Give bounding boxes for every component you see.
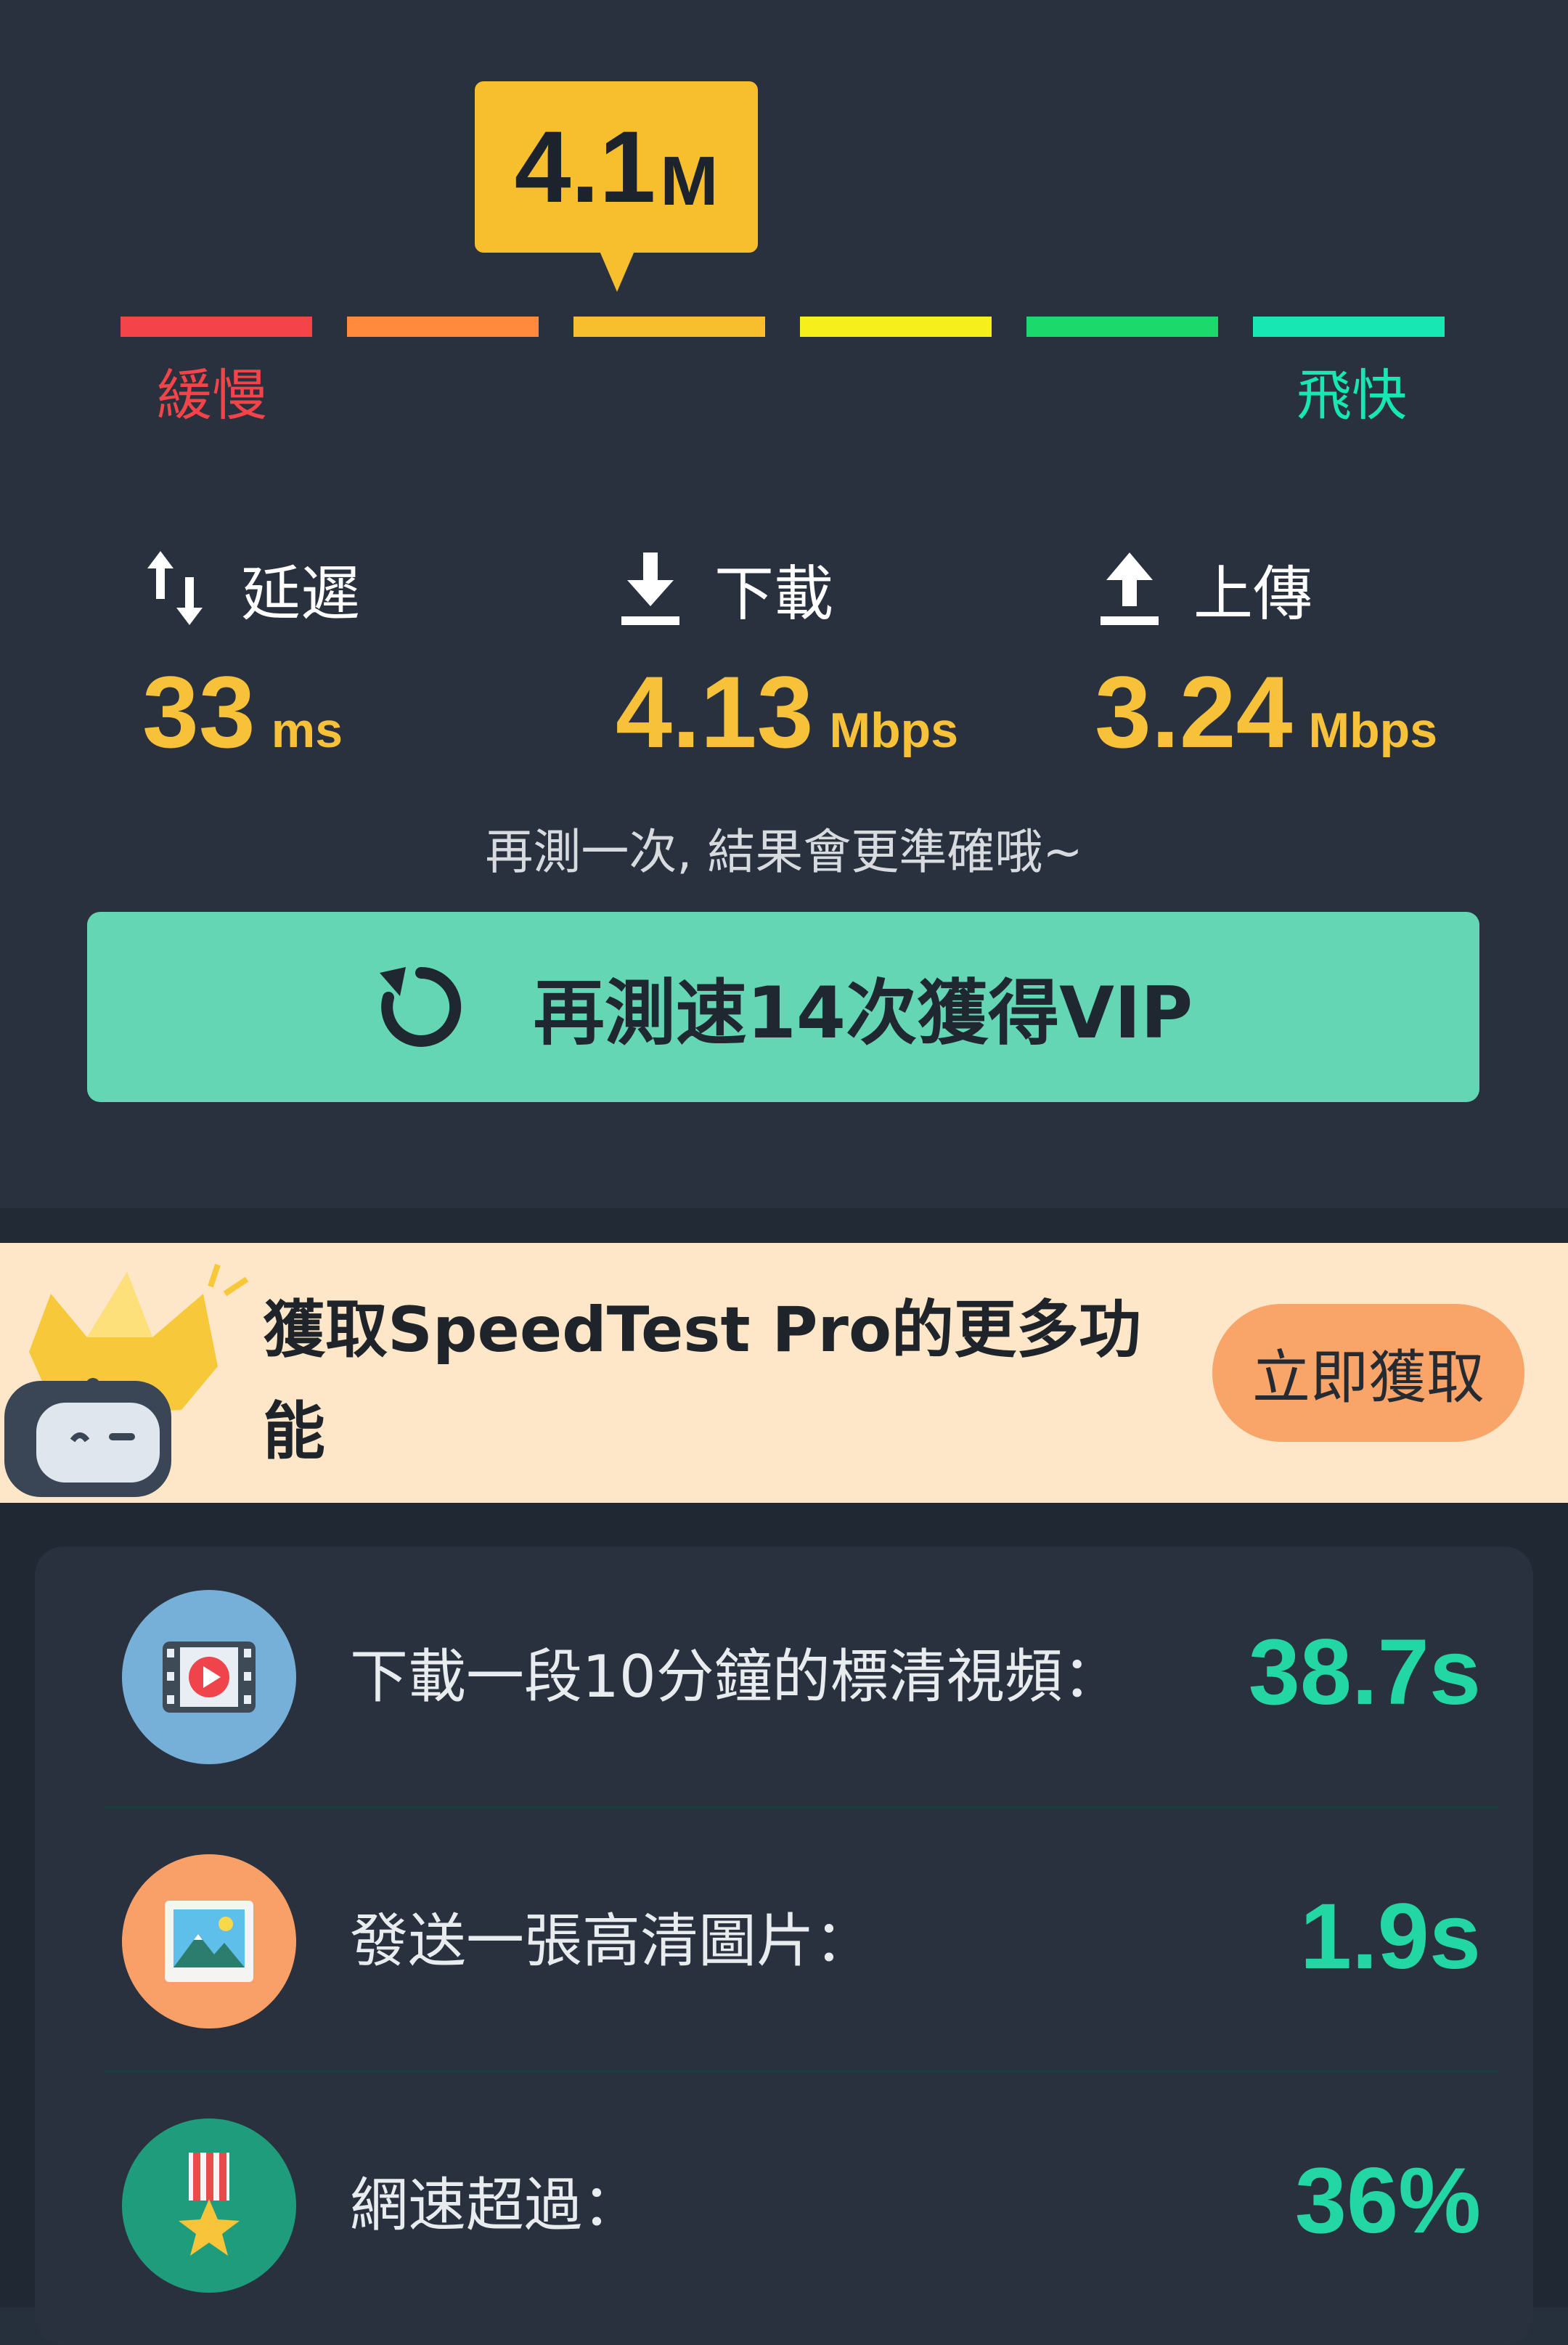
stat-label-rank: 網速超過： [350, 2171, 640, 2239]
medal-icon [122, 2118, 296, 2293]
get-now-button[interactable]: 立即獲取 [1212, 1304, 1524, 1442]
scale-segment-1 [121, 317, 312, 337]
latency-metric: 延遲 33 ms [142, 537, 607, 777]
current-speed-value: 4.1 [514, 110, 656, 224]
retest-hint: 再測一次, 結果會更準確哦~ [485, 824, 1083, 880]
pro-promo-banner[interactable]: 獲取SpeedTest Pro的更多功能 立即獲取 [0, 1243, 1568, 1503]
upload-label: 上傳 [1193, 559, 1313, 629]
scale-segment-5 [1026, 317, 1218, 337]
stat-label-video: 下載一段10分鐘的標清視頻： [350, 1643, 1121, 1710]
slow-label: 緩慢 [157, 363, 267, 428]
stat-value-rank: 36% [1294, 2149, 1481, 2253]
stat-row-rank: 網速超過： 36% [87, 2118, 1481, 2293]
stat-value-video: 38.7s [1248, 1620, 1481, 1724]
retest-button[interactable]: 再測速14次獲得VIP [87, 912, 1479, 1102]
current-speed-unit: M [660, 142, 719, 220]
refresh-icon [374, 960, 468, 1054]
stats-card: 下載一段10分鐘的標清視頻： 38.7s 發送一張高清圖片： 1.9s 網速超過… [35, 1546, 1533, 2345]
latency-label: 延遲 [241, 559, 361, 629]
upload-metric: 上傳 3.24 Mbps [1095, 537, 1559, 777]
download-unit: Mbps [829, 703, 959, 758]
upload-unit: Mbps [1308, 703, 1438, 758]
download-icon [616, 548, 685, 628]
upload-icon [1095, 548, 1164, 628]
scale-segment-2 [347, 317, 539, 337]
divider [105, 1806, 1498, 1808]
stat-row-video: 下載一段10分鐘的標清視頻： 38.7s [87, 1590, 1481, 1764]
bubble-pointer [600, 251, 634, 292]
divider [105, 2071, 1498, 2073]
latency-unit: ms [271, 703, 343, 758]
crown-robot-icon [0, 1243, 261, 1503]
stat-row-image: 發送一張高清圖片： 1.9s [87, 1854, 1481, 2028]
section-gap [0, 1208, 1568, 1243]
promo-text: 獲取SpeedTest Pro的更多功能 [263, 1294, 1142, 1468]
download-label: 下載 [714, 559, 834, 629]
scale-segment-4 [800, 317, 992, 337]
stat-value-image: 1.9s [1299, 1885, 1481, 1989]
stat-label-image: 發送一張高清圖片： [350, 1907, 873, 1975]
download-value: 4.13 [616, 655, 814, 769]
scale-segment-6 [1253, 317, 1445, 337]
swap-vert-icon [142, 548, 212, 628]
retest-button-label: 再測速14次獲得VIP [533, 972, 1193, 1055]
upload-value: 3.24 [1095, 655, 1293, 769]
latency-value: 33 [142, 655, 256, 769]
image-icon [122, 1854, 296, 2028]
scale-segment-3 [573, 317, 765, 337]
download-metric: 下載 4.13 Mbps [616, 537, 1080, 777]
video-icon [122, 1590, 296, 1764]
current-speed-bubble: 4.1 M [475, 81, 758, 253]
fast-label: 飛快 [1297, 363, 1407, 428]
